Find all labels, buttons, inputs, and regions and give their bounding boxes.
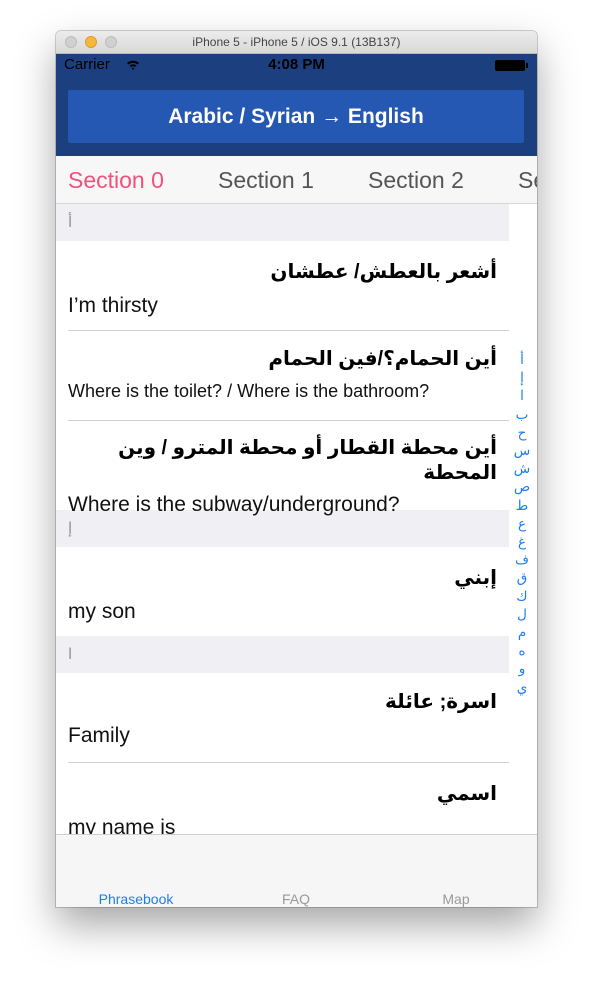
tab-section-2[interactable]: Section 2 [368, 167, 464, 194]
battery-icon [495, 60, 528, 71]
index-letter[interactable]: ه [513, 642, 531, 660]
english-translation: my name is [68, 816, 176, 834]
status-time: 4:08 PM [268, 56, 325, 73]
index-letter[interactable]: ص [513, 478, 531, 496]
index-letter[interactable]: ف [513, 551, 531, 569]
tab-section-1[interactable]: Section 1 [218, 167, 314, 194]
section-header: أ [56, 204, 509, 241]
navigation-bar: Arabic / Syrian → English [56, 76, 537, 156]
index-letter[interactable]: أ [513, 351, 531, 369]
arabic-phrase: أشعر بالعطش/ عطشان [270, 261, 497, 283]
index-letter[interactable]: س [513, 442, 531, 460]
index-letter[interactable]: ل [513, 606, 531, 624]
language-pair-button[interactable]: Arabic / Syrian → English [68, 90, 524, 143]
tab-bar: Phrasebook FAQ Map [56, 834, 537, 907]
index-letter[interactable]: ح [513, 424, 531, 442]
index-letter[interactable]: ا [513, 387, 531, 405]
tab-faq[interactable]: FAQ [216, 891, 376, 907]
arabic-phrase: أين محطة القطار أو محطة المترو / وين الم… [118, 437, 497, 484]
tab-section-3[interactable]: Se [518, 167, 537, 194]
index-letter[interactable]: ق [513, 569, 531, 587]
phrase-row[interactable]: أشعر بالعطش/ عطشان I’m thirsty [68, 241, 509, 331]
simulator-window: iPhone 5 - iPhone 5 / iOS 9.1 (13B137) C… [56, 31, 537, 907]
arabic-phrase: إبني [454, 567, 497, 589]
tab-map[interactable]: Map [376, 891, 536, 907]
window-title: iPhone 5 - iPhone 5 / iOS 9.1 (13B137) [192, 35, 401, 49]
section-header: ا [56, 636, 509, 673]
arabic-phrase: اسمي [436, 783, 497, 805]
section-tabs: Section 0 Section 1 Section 2 Se [56, 156, 537, 204]
index-letter[interactable]: ب [513, 406, 531, 424]
phrase-row[interactable]: أين الحمام؟/فين الحمام Where is the toil… [68, 331, 509, 421]
index-letter[interactable]: م [513, 624, 531, 642]
index-letter[interactable]: إ [513, 369, 531, 387]
phrase-row[interactable]: اسرة; عائلة Family [68, 673, 509, 763]
phrase-row[interactable]: أين محطة القطار أو محطة المترو / وين الم… [68, 421, 509, 516]
section-index[interactable]: أ إ ا ب ح س ش ص ط ع غ ف ق ك ل م ه و ي [513, 351, 531, 697]
english-translation: Where is the subway/underground? [68, 493, 400, 516]
index-letter[interactable]: ش [513, 460, 531, 478]
tab-section-0[interactable]: Section 0 [68, 167, 164, 194]
index-letter[interactable]: ط [513, 497, 531, 515]
index-letter[interactable]: غ [513, 533, 531, 551]
index-letter[interactable]: و [513, 660, 531, 678]
index-letter[interactable]: ي [513, 679, 531, 697]
phrase-row[interactable]: اسمي my name is [68, 763, 509, 834]
english-translation: my son [68, 600, 136, 623]
tab-phrasebook[interactable]: Phrasebook [56, 891, 216, 907]
phrase-list[interactable]: أ أشعر بالعطش/ عطشان I’m thirsty أين الح… [56, 204, 509, 834]
english-translation: I’m thirsty [68, 294, 158, 317]
arabic-phrase: أين الحمام؟/فين الحمام [268, 348, 497, 370]
status-bar: Carrier 4:08 PM [56, 54, 537, 76]
english-translation: Family [68, 724, 130, 747]
phrase-row[interactable]: إبني my son [68, 547, 509, 636]
index-letter[interactable]: ع [513, 515, 531, 533]
english-translation: Where is the toilet? / Where is the bath… [68, 381, 430, 401]
arabic-phrase: اسرة; عائلة [385, 691, 497, 713]
index-letter[interactable]: ك [513, 588, 531, 606]
window-titlebar: iPhone 5 - iPhone 5 / iOS 9.1 (13B137) [56, 31, 537, 54]
